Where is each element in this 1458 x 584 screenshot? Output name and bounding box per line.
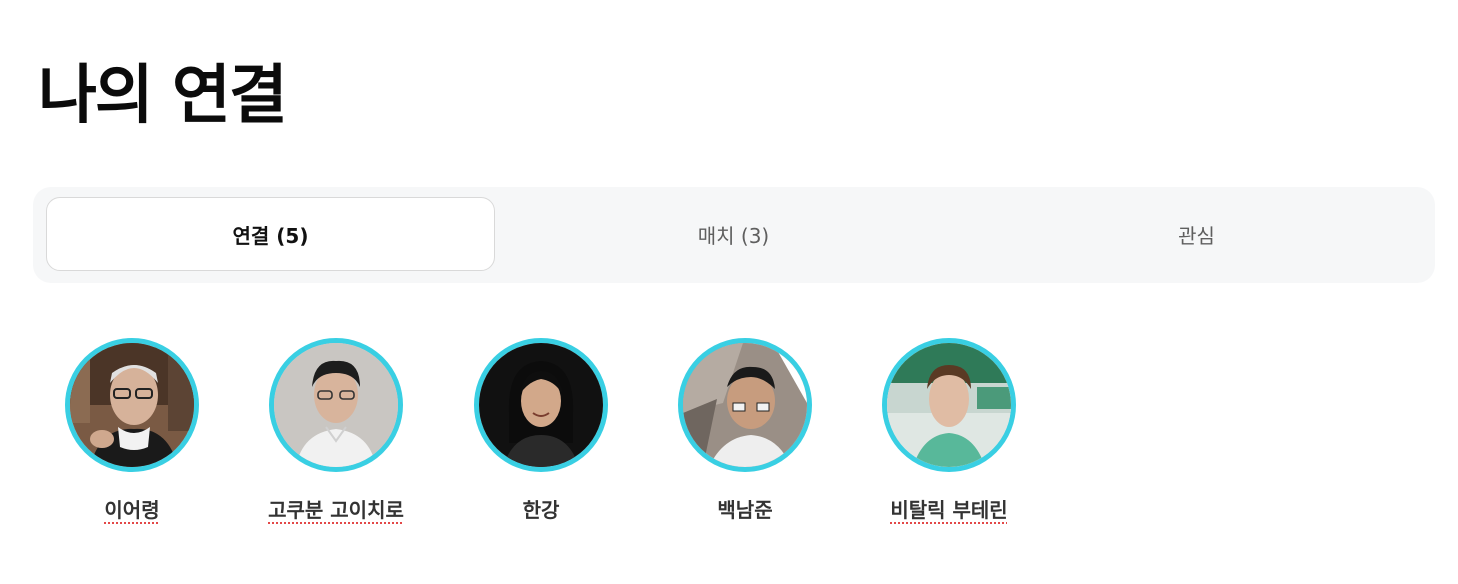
connection-card[interactable]: 백남준 [645,338,845,523]
connection-tabs: 연결 (5) 매치 (3) 관심 [33,187,1435,283]
connection-card[interactable]: 한강 [441,338,641,523]
avatar[interactable] [882,338,1016,472]
connection-name[interactable]: 백남준 [717,494,772,523]
connection-name[interactable]: 비탈릭 부테린 [890,494,1007,523]
avatar[interactable] [474,338,608,472]
connections-page: 나의 연결 연결 (5) 매치 (3) 관심 이어령 고쿠분 고이치로 한강 백… [0,0,1458,584]
tab-matches[interactable]: 매치 (3) [509,197,958,271]
connection-name[interactable]: 이어령 [104,494,159,523]
connection-name[interactable]: 한강 [523,494,560,523]
page-title: 나의 연결 [38,59,288,133]
tab-interests[interactable]: 관심 [972,197,1421,271]
avatar-photo [683,343,807,467]
connection-card[interactable]: 고쿠분 고이치로 [236,338,436,523]
avatar[interactable] [65,338,199,472]
avatar-photo [887,343,1011,467]
connection-name[interactable]: 고쿠분 고이치로 [268,494,404,523]
connection-card[interactable]: 비탈릭 부테린 [849,338,1049,523]
avatar-photo [479,343,603,467]
connection-card[interactable]: 이어령 [32,338,232,523]
avatar-photo [70,343,194,467]
tab-connections[interactable]: 연결 (5) [46,197,495,271]
avatar[interactable] [269,338,403,472]
avatar[interactable] [678,338,812,472]
connections-list: 이어령 고쿠분 고이치로 한강 백남준 비탈릭 부테린 [0,338,1458,538]
avatar-photo [274,343,398,467]
